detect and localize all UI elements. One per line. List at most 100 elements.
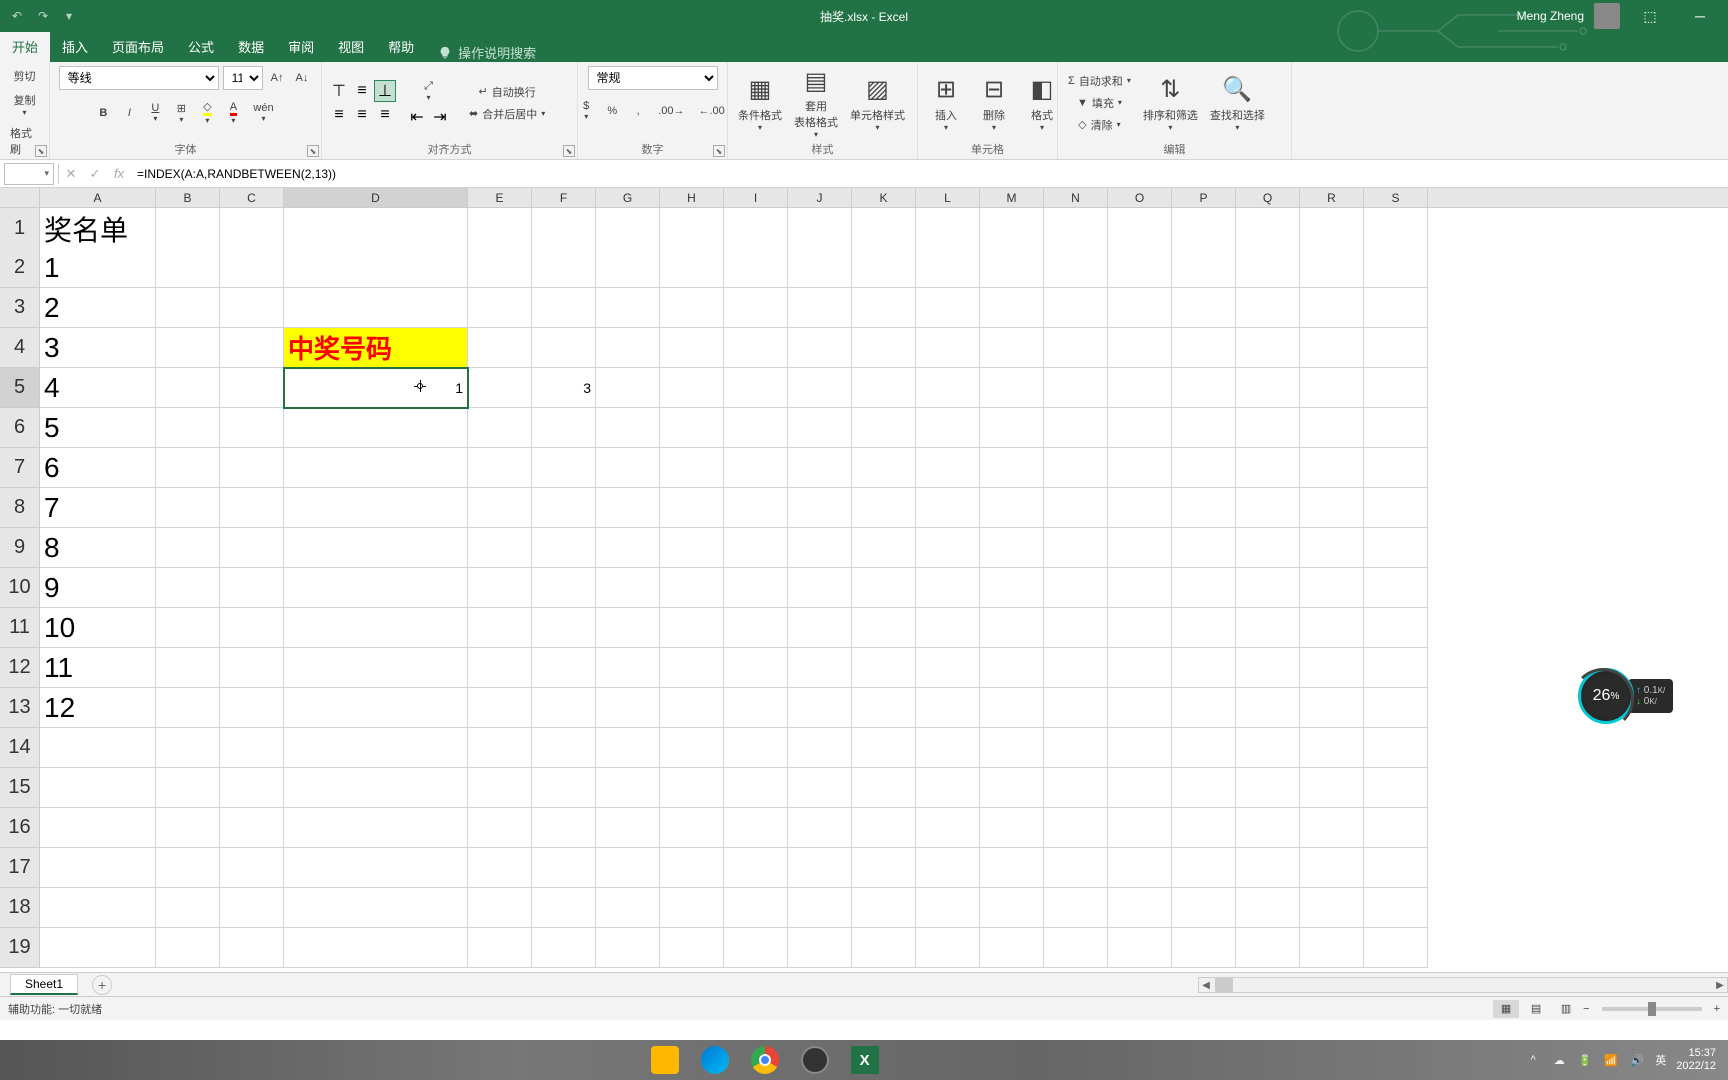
column-header-Q[interactable]: Q	[1236, 188, 1300, 207]
cell-P7[interactable]	[1172, 448, 1236, 488]
cell-R16[interactable]	[1300, 808, 1364, 848]
cell-E6[interactable]	[468, 408, 532, 448]
cell-A16[interactable]	[40, 808, 156, 848]
cell-A10[interactable]: 9	[40, 568, 156, 608]
cell-C6[interactable]	[220, 408, 284, 448]
cell-S8[interactable]	[1364, 488, 1428, 528]
column-header-A[interactable]: A	[40, 188, 156, 207]
cell-L15[interactable]	[916, 768, 980, 808]
cell-E5[interactable]	[468, 368, 532, 408]
spreadsheet-grid[interactable]: ABCDEFGHIJKLMNOPQRS 1奖名单213243中奖号码541365…	[0, 188, 1728, 972]
cell-H3[interactable]	[660, 288, 724, 328]
cell-F3[interactable]	[532, 288, 596, 328]
tab-view[interactable]: 视图	[326, 31, 376, 62]
cell-B4[interactable]	[156, 328, 220, 368]
column-header-D[interactable]: D	[284, 188, 468, 207]
cell-S13[interactable]	[1364, 688, 1428, 728]
cell-M8[interactable]	[980, 488, 1044, 528]
cell-C8[interactable]	[220, 488, 284, 528]
cell-J18[interactable]	[788, 888, 852, 928]
scroll-thumb[interactable]	[1215, 978, 1233, 992]
zoom-in-button[interactable]: +	[1714, 1003, 1720, 1015]
font-launcher[interactable]: ⬊	[307, 145, 319, 157]
cell-C12[interactable]	[220, 648, 284, 688]
cell-G10[interactable]	[596, 568, 660, 608]
cell-O6[interactable]	[1108, 408, 1172, 448]
cell-C4[interactable]	[220, 328, 284, 368]
cell-J5[interactable]	[788, 368, 852, 408]
format-as-table-button[interactable]: ▤套用 表格格式▾	[790, 70, 842, 136]
cell-I7[interactable]	[724, 448, 788, 488]
comma-button[interactable]: ,	[628, 98, 648, 123]
cell-I10[interactable]	[724, 568, 788, 608]
cell-S7[interactable]	[1364, 448, 1428, 488]
cell-D13[interactable]	[284, 688, 468, 728]
minimize-button[interactable]: ─	[1680, 0, 1720, 32]
row-header-10[interactable]: 10	[0, 568, 40, 608]
select-all-corner[interactable]	[0, 188, 40, 207]
cell-B7[interactable]	[156, 448, 220, 488]
cell-H19[interactable]	[660, 928, 724, 968]
cell-G15[interactable]	[596, 768, 660, 808]
tray-clock[interactable]: 15:37 2022/12	[1676, 1047, 1716, 1073]
taskbar-edge[interactable]	[692, 1042, 738, 1078]
tab-help[interactable]: 帮助	[376, 31, 426, 62]
cell-Q11[interactable]	[1236, 608, 1300, 648]
cell-F6[interactable]	[532, 408, 596, 448]
cell-J17[interactable]	[788, 848, 852, 888]
cell-F12[interactable]	[532, 648, 596, 688]
taskbar-obs[interactable]	[792, 1042, 838, 1078]
cell-Q2[interactable]	[1236, 248, 1300, 288]
cell-P3[interactable]	[1172, 288, 1236, 328]
cell-P5[interactable]	[1172, 368, 1236, 408]
add-sheet-button[interactable]: +	[92, 975, 112, 995]
cell-E19[interactable]	[468, 928, 532, 968]
cell-I19[interactable]	[724, 928, 788, 968]
column-header-P[interactable]: P	[1172, 188, 1236, 207]
cell-R19[interactable]	[1300, 928, 1364, 968]
cell-C3[interactable]	[220, 288, 284, 328]
cell-F1[interactable]	[532, 208, 596, 250]
cell-O13[interactable]	[1108, 688, 1172, 728]
cell-D4[interactable]: 中奖号码	[284, 328, 468, 368]
cell-F15[interactable]	[532, 768, 596, 808]
cell-C15[interactable]	[220, 768, 284, 808]
cell-P10[interactable]	[1172, 568, 1236, 608]
cell-K13[interactable]	[852, 688, 916, 728]
formula-input[interactable]	[131, 163, 1728, 185]
insert-cells-button[interactable]: ⊞插入▾	[924, 70, 968, 136]
row-header-19[interactable]: 19	[0, 928, 40, 968]
cell-C1[interactable]	[220, 208, 284, 250]
column-header-S[interactable]: S	[1364, 188, 1428, 207]
row-header-8[interactable]: 8	[0, 488, 40, 528]
cell-D12[interactable]	[284, 648, 468, 688]
cell-I16[interactable]	[724, 808, 788, 848]
cell-G11[interactable]	[596, 608, 660, 648]
cell-Q5[interactable]	[1236, 368, 1300, 408]
italic-button[interactable]: I	[119, 105, 139, 121]
cell-S15[interactable]	[1364, 768, 1428, 808]
font-color-button[interactable]: A▾	[223, 99, 243, 127]
cell-R14[interactable]	[1300, 728, 1364, 768]
cell-K14[interactable]	[852, 728, 916, 768]
increase-font-button[interactable]: A↑	[267, 70, 288, 86]
cell-S9[interactable]	[1364, 528, 1428, 568]
cell-P9[interactable]	[1172, 528, 1236, 568]
cell-M4[interactable]	[980, 328, 1044, 368]
cell-E9[interactable]	[468, 528, 532, 568]
cell-H9[interactable]	[660, 528, 724, 568]
cell-K8[interactable]	[852, 488, 916, 528]
cell-A5[interactable]: 4	[40, 368, 156, 408]
cell-O5[interactable]	[1108, 368, 1172, 408]
cell-Q8[interactable]	[1236, 488, 1300, 528]
cell-L11[interactable]	[916, 608, 980, 648]
cell-N2[interactable]	[1044, 248, 1108, 288]
cell-M1[interactable]	[980, 208, 1044, 250]
cell-G1[interactable]	[596, 208, 660, 250]
scroll-left-icon[interactable]: ◀	[1199, 978, 1213, 992]
fill-button[interactable]: ▼填充▾	[1064, 93, 1135, 113]
cell-N8[interactable]	[1044, 488, 1108, 528]
cell-S17[interactable]	[1364, 848, 1428, 888]
copy-button[interactable]: 复制▾	[10, 90, 40, 119]
cell-G6[interactable]	[596, 408, 660, 448]
